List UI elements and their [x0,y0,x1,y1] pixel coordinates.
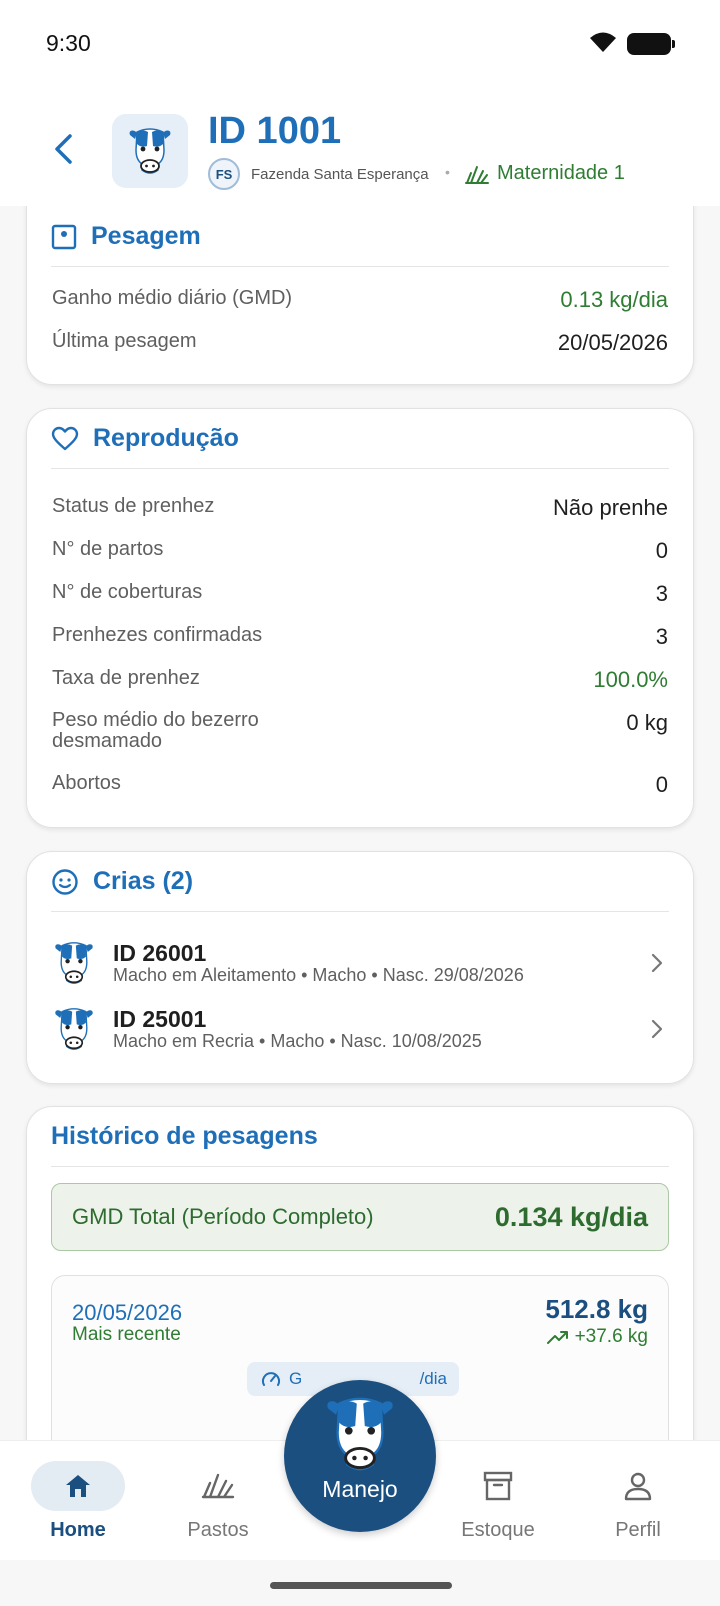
child-row[interactable]: ID 25001 Macho em Recria • Macho • Nasc.… [51,1000,669,1058]
animal-title: ID 1001 [208,110,342,152]
separator-dot: • [445,164,450,180]
back-arrow-icon[interactable] [52,132,76,166]
gmd-total-value: 0.134 kg/dia [494,1201,648,1232]
pregnancy-rate-row: Taxa de prenhez 100.0% [52,667,668,693]
home-icon [66,1475,90,1497]
nav-pastos[interactable]: Pastos [170,1441,266,1561]
weaned-calf-weight-value: 0 kg [626,710,668,735]
nav-pastos-label: Pastos [187,1519,249,1541]
gmd-chip-end: /dia [419,1369,447,1388]
child-info: Macho em Recria • Macho • Nasc. 10/08/20… [113,1031,482,1051]
wifi-icon [590,32,616,52]
confirmed-pregnancies-label: Prenhezes confirmadas [52,624,263,646]
abortions-label: Abortos [52,772,121,794]
nav-estoque[interactable]: Estoque [450,1441,546,1561]
speedometer-icon [262,1372,280,1386]
archive-box-icon [483,1471,513,1501]
grass-icon [201,1473,235,1499]
cow-icon [325,1397,395,1471]
pregnancy-rate-value: 100.0% [593,667,668,692]
births-label: N° de partos [52,538,164,560]
grass-icon [465,166,489,184]
farm-name: Fazenda Santa Esperança [251,166,429,183]
animal-avatar [112,114,188,188]
nav-perfil[interactable]: Perfil [590,1441,686,1561]
child-info: Macho em Aleitamento • Macho • Nasc. 29/… [113,965,524,985]
pesagem-card-header: Pesagem [51,207,669,267]
manejo-label: Manejo [322,1476,398,1502]
pasture-name[interactable]: Maternidade 1 [497,162,625,185]
gmd-value: 0.13 kg/dia [560,287,668,312]
trending-up-icon [546,1331,568,1344]
cow-icon [51,937,97,989]
nav-home-label: Home [50,1519,106,1541]
nav-home[interactable]: Home [30,1441,126,1561]
scroll-content[interactable]: Pesagem Ganho médio diário (GMD) 0.13 kg… [0,206,720,1440]
farm-badge: FS [208,158,240,190]
crias-card-header: Crias (2) [51,852,669,912]
coverings-label: N° de coberturas [52,581,203,603]
nav-estoque-label: Estoque [461,1519,535,1541]
reproducao-card-header: Reprodução [51,409,669,469]
weighing-tag: Mais recente [72,1324,181,1345]
weaned-calf-weight-row: Peso médio do bezerro desmamado 0 kg [52,710,668,752]
historico-title: Histórico de pesagens [51,1122,318,1150]
pregnancy-status-label: Status de prenhez [52,495,215,517]
pesagem-title: Pesagem [91,222,201,250]
weighing-delta: +37.6 kg [546,1326,648,1348]
chevron-right-icon [645,951,669,975]
child-id: ID 26001 [113,940,207,966]
nav-pastos-pill [171,1461,265,1511]
births-value: 0 [655,538,668,563]
nav-perfil-label: Perfil [615,1519,661,1541]
abortions-row: Abortos 0 [52,772,668,798]
battery-icon [627,33,675,55]
heart-icon [51,426,79,450]
nav-home-pill [31,1461,125,1511]
abortions-value: 0 [655,772,668,797]
child-row[interactable]: ID 26001 Macho em Aleitamento • Macho • … [51,934,669,992]
crias-title: Crias (2) [93,867,194,895]
confirmed-pregnancies-value: 3 [655,624,668,649]
gmd-total-box: GMD Total (Período Completo) 0.134 kg/di… [51,1183,669,1251]
pesagem-card: Pesagem Ganho médio diário (GMD) 0.13 kg… [26,206,694,385]
weaned-calf-weight-label: Peso médio do bezerro desmamado [52,709,259,752]
nav-estoque-pill [451,1461,545,1511]
births-row: N° de partos 0 [52,538,668,564]
home-indicator[interactable] [270,1582,452,1589]
cow-icon [51,1003,97,1055]
weighing-weight: 512.8 kg [545,1294,648,1324]
last-weighing-value: 20/05/2026 [557,330,668,355]
status-time: 9:30 [46,30,91,56]
crias-card: Crias (2) ID 26001 Macho em Aleitamento … [26,851,694,1084]
pregnancy-rate-label: Taxa de prenhez [52,667,200,689]
weighing-delta-value: +37.6 kg [574,1326,648,1347]
child-id: ID 25001 [113,1006,207,1032]
cow-icon [128,128,172,174]
gmd-label: Ganho médio diário (GMD) [52,287,293,309]
gmd-row: Ganho médio diário (GMD) 0.13 kg/dia [52,287,668,313]
historico-card-header: Histórico de pesagens [51,1107,669,1167]
pregnancy-status-row: Status de prenhez Não prenhe [52,495,668,521]
reproducao-title: Reprodução [93,424,239,452]
reproducao-card: Reprodução Status de prenhez Não prenhe … [26,408,694,828]
last-weighing-label: Última pesagem [52,330,197,352]
nav-perfil-pill [591,1461,685,1511]
status-bar: 9:30 [0,0,720,86]
scale-icon [51,224,77,249]
weighing-date: 20/05/2026 [72,1300,183,1325]
last-weighing-row: Última pesagem 20/05/2026 [52,330,668,356]
person-icon [624,1472,652,1501]
smiley-icon [52,868,78,895]
chevron-right-icon [645,1017,669,1041]
confirmed-pregnancies-row: Prenhezes confirmadas 3 [52,624,668,650]
pregnancy-status-value: Não prenhe [553,495,668,520]
manejo-button[interactable]: Manejo [284,1380,436,1532]
coverings-value: 3 [655,581,668,606]
gmd-chip-start: G [289,1369,303,1388]
animal-header: ID 1001 FS Fazenda Santa Esperança • Mat… [0,86,720,206]
gmd-total-label: GMD Total (Período Completo) [72,1204,374,1229]
coverings-row: N° de coberturas 3 [52,581,668,607]
